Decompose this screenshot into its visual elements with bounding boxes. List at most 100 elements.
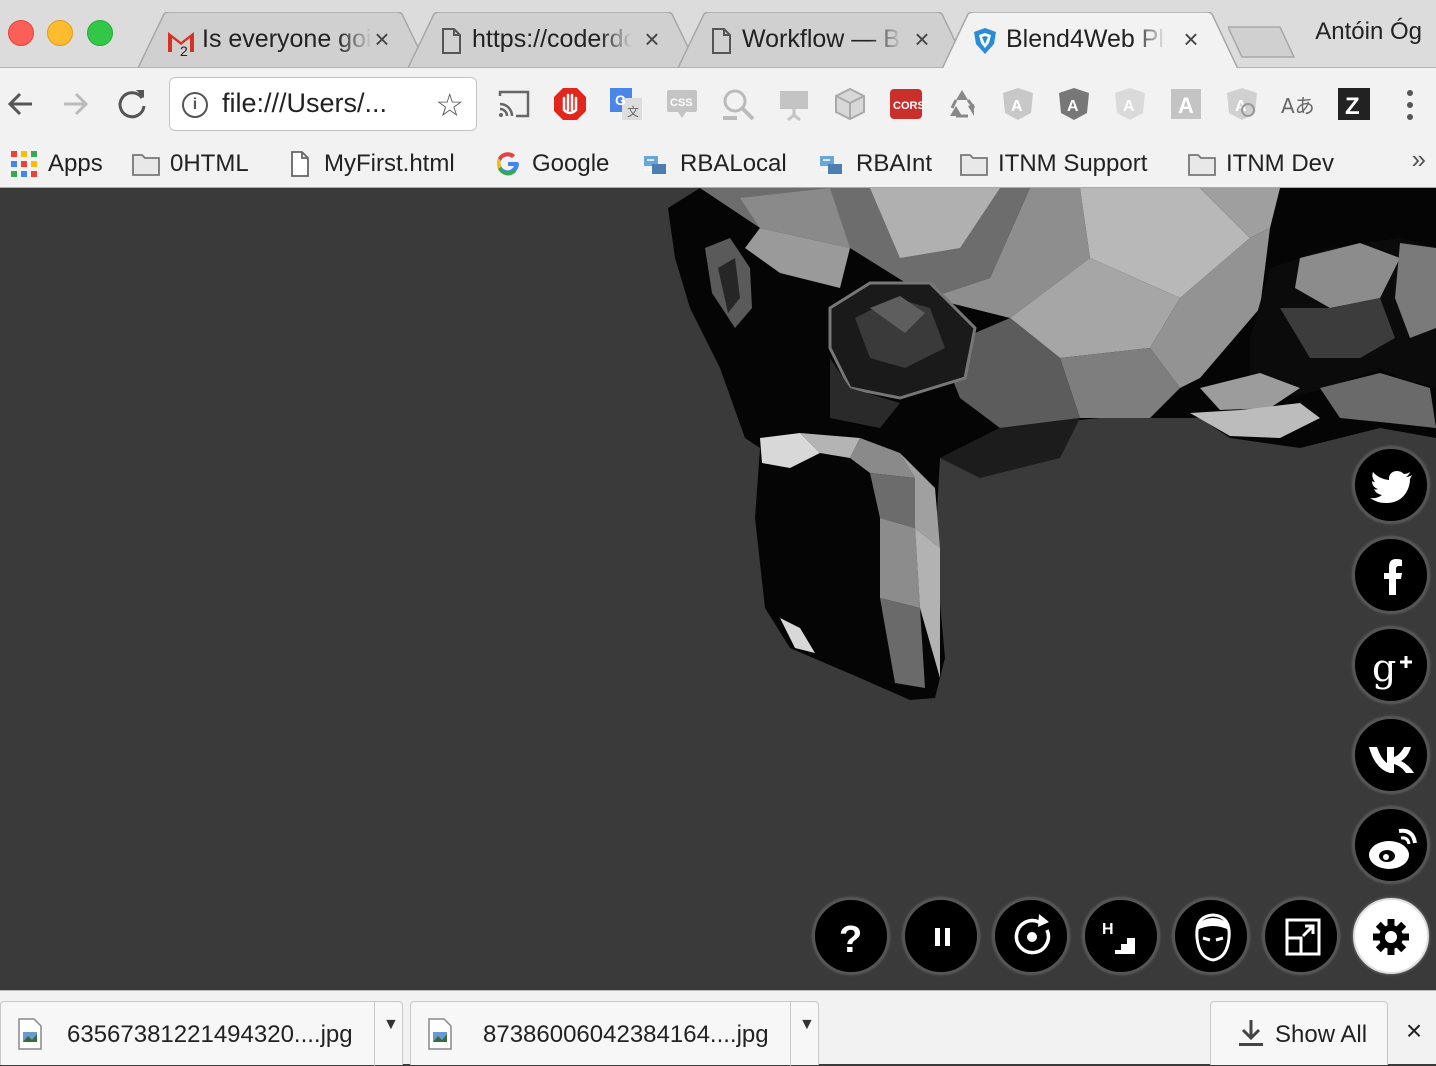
bookmark-label: Google bbox=[532, 150, 610, 177]
quality-button[interactable]: H bbox=[1083, 898, 1159, 974]
zotero-icon[interactable]: Z bbox=[1336, 86, 1372, 122]
adblock-icon[interactable] bbox=[552, 86, 588, 122]
bookmark-label: RBAInt bbox=[856, 150, 933, 177]
download-divider bbox=[790, 1002, 791, 1066]
minimize-window-button[interactable] bbox=[47, 20, 73, 46]
cast-icon[interactable] bbox=[496, 86, 532, 122]
google-plus-button[interactable]: g bbox=[1353, 627, 1429, 703]
google-icon bbox=[496, 152, 519, 176]
maximize-window-button[interactable] bbox=[87, 20, 113, 46]
download-filename: 63567381221494320....jpg bbox=[67, 1021, 353, 1048]
svg-text:?: ? bbox=[839, 919, 862, 961]
help-button[interactable]: ? bbox=[813, 898, 889, 974]
bookmark-star-icon[interactable]: ☆ bbox=[435, 86, 464, 124]
bookmark-itnm-dev[interactable]: ITNM Dev bbox=[1188, 146, 1334, 182]
auto-rotate-icon bbox=[1014, 914, 1051, 955]
menu-dots-icon[interactable] bbox=[1398, 88, 1422, 122]
gmail-badge: 2 bbox=[180, 43, 188, 56]
webgl-canvas[interactable]: g ? H bbox=[0, 188, 1436, 990]
tab-title: Blend4Web Player bbox=[1006, 25, 1166, 53]
svg-text:CORS: CORS bbox=[893, 100, 924, 112]
close-downloads-icon[interactable]: × bbox=[1400, 1015, 1428, 1047]
vk-button[interactable] bbox=[1353, 717, 1429, 793]
quality-icon: H bbox=[1102, 921, 1135, 954]
weibo-icon bbox=[1369, 828, 1417, 869]
angular-icon-3[interactable]: A bbox=[1112, 86, 1148, 122]
close-window-button[interactable] bbox=[8, 20, 34, 46]
profile-name[interactable]: Antóin Óg bbox=[1315, 18, 1422, 46]
help-icon: ? bbox=[839, 919, 862, 961]
recycle-icon[interactable] bbox=[944, 86, 980, 122]
pause-icon bbox=[935, 928, 950, 946]
browser-toolbar: i file:///Users/... ☆ G文 CSS CORS A A A … bbox=[0, 68, 1436, 140]
download-menu-caret-icon[interactable]: ▼ bbox=[383, 1016, 399, 1034]
pause-button[interactable] bbox=[903, 898, 979, 974]
network-icon bbox=[644, 156, 666, 174]
google-translate-icon[interactable]: G文 bbox=[608, 86, 644, 122]
bookmark-google[interactable]: Google bbox=[494, 146, 609, 182]
download-item[interactable]: 63567381221494320....jpg ▼ bbox=[0, 1001, 403, 1066]
tab-close-icon[interactable]: × bbox=[909, 24, 935, 55]
folder-icon bbox=[132, 154, 160, 176]
page-icon bbox=[442, 28, 461, 54]
bookmarks-overflow-chevron-icon[interactable]: » bbox=[1412, 144, 1426, 175]
font-a-icon[interactable]: A bbox=[1168, 86, 1204, 122]
bookmark-label: RBALocal bbox=[680, 150, 787, 177]
cors-icon[interactable]: CORS bbox=[888, 86, 924, 122]
auto-rotate-button[interactable] bbox=[993, 898, 1069, 974]
google-plus-icon: g bbox=[1372, 646, 1412, 690]
download-item[interactable]: 87386006042384164....jpg ▼ bbox=[410, 1001, 819, 1066]
svg-text:G: G bbox=[615, 92, 626, 108]
show-all-downloads-button[interactable]: Show All bbox=[1210, 1001, 1388, 1065]
tab-title: Is everyone going bbox=[202, 25, 372, 53]
tab-coderdojo[interactable]: https://coderdojo × bbox=[408, 12, 700, 68]
downloads-bar: 63567381221494320....jpg ▼ 8738600604238… bbox=[0, 990, 1436, 1066]
settings-button[interactable] bbox=[1353, 898, 1429, 974]
image-file-icon bbox=[18, 1018, 42, 1050]
back-arrow-icon[interactable] bbox=[2, 84, 42, 124]
twitter-button[interactable] bbox=[1353, 447, 1429, 523]
bookmark-itnm-support[interactable]: ITNM Support bbox=[960, 146, 1147, 182]
gmail-icon: 2 bbox=[168, 32, 194, 56]
translate-a-icon[interactable]: Aあ bbox=[1280, 86, 1316, 122]
address-bar[interactable]: i file:///Users/... ☆ bbox=[169, 77, 477, 131]
presentation-icon[interactable] bbox=[776, 86, 812, 122]
new-tab-button[interactable] bbox=[1228, 26, 1296, 58]
tab-workflow[interactable]: Workflow — Blender × bbox=[678, 12, 970, 68]
cube-icon[interactable] bbox=[832, 86, 868, 122]
search-lens-icon[interactable] bbox=[720, 86, 756, 122]
tab-close-icon[interactable]: × bbox=[1178, 24, 1204, 55]
tab-close-icon[interactable]: × bbox=[639, 24, 665, 55]
download-menu-caret-icon[interactable]: ▼ bbox=[799, 1016, 815, 1034]
svg-text:A: A bbox=[1067, 98, 1079, 115]
bookmark-label: MyFirst.html bbox=[324, 150, 455, 177]
bookmark-rbalocal[interactable]: RBALocal bbox=[642, 146, 787, 182]
angular-icon-1[interactable]: A bbox=[1000, 86, 1036, 122]
settings-gear-icon bbox=[1373, 919, 1409, 955]
blend4web-icon bbox=[974, 28, 996, 54]
facebook-button[interactable] bbox=[1353, 537, 1429, 613]
tab-gmail[interactable]: 2 Is everyone going × bbox=[138, 12, 430, 68]
svg-text:g: g bbox=[1372, 646, 1396, 690]
tab-close-icon[interactable]: × bbox=[369, 24, 395, 55]
css-viewer-icon[interactable]: CSS bbox=[664, 86, 700, 122]
bookmark-myfirst[interactable]: MyFirst.html bbox=[286, 146, 455, 182]
info-icon[interactable]: i bbox=[182, 92, 208, 118]
url-text[interactable]: file:///Users/... bbox=[222, 88, 387, 119]
svg-text:CSS: CSS bbox=[670, 97, 693, 109]
bookmark-0html[interactable]: 0HTML bbox=[132, 146, 249, 182]
vk-icon bbox=[1369, 747, 1414, 773]
angular-icon-2[interactable]: A bbox=[1056, 86, 1092, 122]
bookmark-rbaint[interactable]: RBAInt bbox=[818, 146, 932, 182]
reload-icon[interactable] bbox=[112, 84, 152, 124]
network-icon bbox=[820, 156, 842, 174]
fullscreen-button[interactable] bbox=[1263, 898, 1339, 974]
stereo-button[interactable] bbox=[1173, 898, 1249, 974]
forward-arrow-icon[interactable] bbox=[56, 84, 96, 124]
tab-blend4web[interactable]: Blend4Web Player × bbox=[942, 12, 1240, 69]
angular-icon-4[interactable]: A bbox=[1224, 86, 1260, 122]
weibo-button[interactable] bbox=[1353, 807, 1429, 883]
monkey-model bbox=[668, 188, 1436, 700]
stereo-icon bbox=[1195, 913, 1231, 962]
bookmark-apps[interactable]: Apps bbox=[10, 146, 103, 182]
